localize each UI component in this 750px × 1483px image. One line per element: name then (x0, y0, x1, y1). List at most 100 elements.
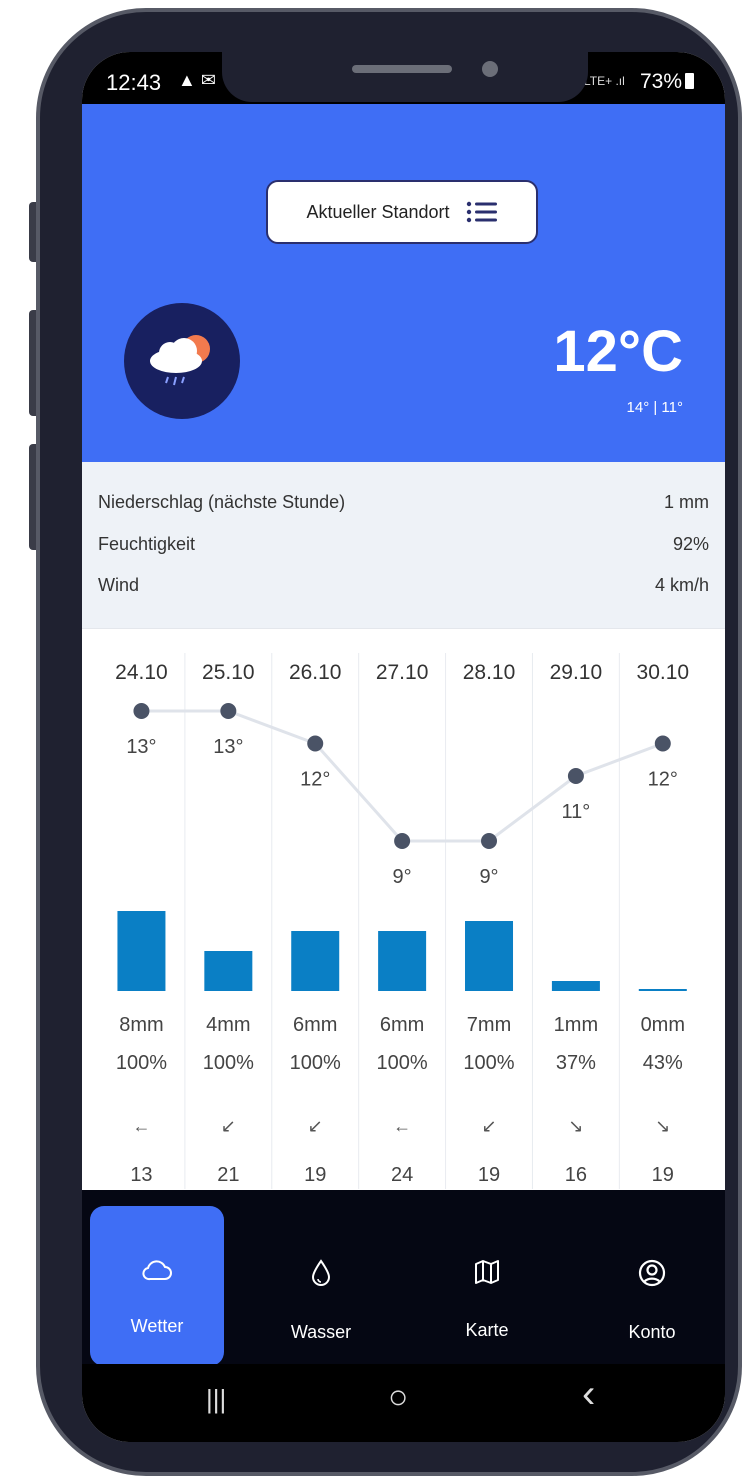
temperature-label: 13° (213, 736, 243, 758)
home-button[interactable]: ○ (388, 1378, 409, 1417)
precipitation-bar (204, 951, 253, 991)
detail-row-humidity: Feuchtigkeit 92% (98, 534, 709, 564)
nav-label: Konto (628, 1322, 676, 1342)
date-label: 24.10 (115, 661, 168, 684)
detail-row-precipitation: Niederschlag (nächste Stunde) 1 mm (98, 492, 709, 522)
back-button[interactable]: ‹ (582, 1372, 595, 1417)
location-label: Aktueller Standort (306, 201, 450, 222)
nav-item-konto[interactable]: Konto (585, 1206, 719, 1366)
battery-percent: 73% (640, 70, 683, 93)
wind-speed-label: 21 (217, 1164, 239, 1186)
high-low-temperature: 14° | 11° (626, 399, 683, 416)
temperature-label: 12° (648, 769, 678, 791)
temperature-label: 12° (300, 769, 330, 791)
wind-direction-icon: ↘ (568, 1116, 583, 1136)
cloud-icon (142, 1260, 172, 1281)
phone-screen: 12:43 ▲ ✉ LTE+ .ıl 73% Aktueller Standor… (82, 52, 725, 1442)
precipitation-label: 7mm (467, 1014, 511, 1036)
wind-direction-icon: ↙ (221, 1116, 236, 1136)
detail-label: Niederschlag (nächste Stunde) (98, 492, 346, 512)
precipitation-probability: 100% (377, 1052, 428, 1074)
speaker-grille (352, 65, 452, 73)
nav-label: Wetter (130, 1316, 184, 1336)
forecast-chart: 24.10 25.10 26.10 27.10 28.10 29.10 30.10 13° 13… (82, 628, 725, 1191)
bottom-navigation: Wetter Wasser Karte Konto (82, 1190, 725, 1366)
wind-direction-icon: ↙ (481, 1116, 496, 1136)
precipitation-probability: 100% (290, 1052, 341, 1074)
temperature-point (133, 703, 150, 719)
battery-icon (685, 73, 695, 89)
status-time: 12:43 (106, 70, 162, 95)
location-button[interactable]: Aktueller Standort (266, 180, 538, 244)
wind-speed-label: 19 (652, 1164, 674, 1186)
front-camera (482, 61, 498, 77)
nav-item-karte[interactable]: Karte (420, 1206, 554, 1366)
recents-button[interactable]: ||| (206, 1384, 226, 1415)
wind-speed-label: 19 (304, 1164, 326, 1186)
weather-details: Niederschlag (nächste Stunde) 1 mm Feuch… (82, 462, 725, 628)
detail-value: 1 mm (664, 492, 709, 512)
map-icon (475, 1260, 499, 1284)
temperature-label: 9° (393, 866, 412, 888)
temperature-point (307, 735, 324, 752)
forecast-chart-svg: 24.10 25.10 26.10 27.10 28.10 29.10 30.10 13° 13… (115, 653, 689, 1189)
current-temperature: 12°C (553, 319, 683, 384)
date-label: 29.10 (550, 661, 603, 684)
precipitation-bar (378, 931, 427, 991)
precipitation-bar (638, 989, 687, 991)
wind-speed-label: 13 (130, 1164, 152, 1186)
date-label: 25.10 (202, 661, 255, 684)
date-label: 26.10 (289, 661, 342, 684)
temperature-point (654, 735, 671, 752)
temperature-point (567, 768, 584, 784)
precipitation-probability: 43% (643, 1052, 683, 1074)
wind-speed-label: 16 (565, 1164, 587, 1186)
wind-speed-label: 19 (478, 1164, 500, 1186)
temperature-label: 11° (562, 801, 591, 823)
precipitation-probability: 100% (116, 1052, 167, 1074)
wind-direction-icon: ← (393, 1116, 411, 1136)
detail-label: Feuchtigkeit (98, 534, 196, 554)
detail-label: Wind (98, 575, 140, 595)
precipitation-probability: 100% (463, 1052, 514, 1074)
wind-direction-icon: ↘ (655, 1116, 670, 1136)
temperature-point (220, 703, 237, 719)
nav-label: Wasser (290, 1322, 352, 1342)
precipitation-label: 1mm (554, 1014, 598, 1036)
precipitation-label: 6mm (380, 1014, 424, 1036)
signal-icon: LTE+ .ıl (584, 74, 625, 88)
precipitation-label: 4mm (206, 1014, 250, 1036)
temperature-point (481, 833, 498, 849)
user-circle-icon (638, 1259, 666, 1287)
precipitation-bar (465, 921, 514, 991)
temperature-point (394, 833, 411, 849)
date-label: 28.10 (463, 661, 516, 684)
date-label: 27.10 (376, 661, 429, 684)
detail-value: 4 km/h (654, 575, 709, 595)
precipitation-label: 0mm (641, 1014, 685, 1036)
temperature-label: 13° (126, 736, 156, 758)
battery-status: 73% (640, 70, 695, 94)
status-alert-mail-icons: ▲ ✉ (178, 70, 216, 90)
wind-speed-label: 24 (391, 1164, 413, 1186)
nav-item-wasser[interactable]: Wasser (254, 1206, 388, 1366)
precipitation-bar (291, 931, 340, 991)
precipitation-probability: 37% (556, 1052, 596, 1074)
precipitation-bar (551, 981, 600, 991)
precipitation-probability: 100% (203, 1052, 254, 1074)
detail-row-wind: Wind 4 km/h (98, 575, 709, 605)
wind-direction-icon: ← (132, 1116, 150, 1136)
temperature-label: 9° (479, 866, 498, 888)
detail-value: 92% (672, 534, 709, 554)
system-navigation-bar: ||| ○ ‹ (82, 1364, 725, 1442)
nav-label: Karte (465, 1320, 509, 1340)
precipitation-bar (117, 911, 166, 991)
list-icon (466, 201, 497, 223)
nav-item-wetter[interactable]: Wetter (90, 1206, 224, 1366)
current-weather-panel: Aktueller Standort 12°C 14° | 11° (82, 104, 725, 462)
wind-direction-icon: ↙ (308, 1116, 323, 1136)
weather-condition-badge (124, 303, 240, 419)
precipitation-label: 6mm (293, 1014, 337, 1036)
drop-icon (311, 1259, 331, 1286)
camera-notch (222, 52, 588, 102)
